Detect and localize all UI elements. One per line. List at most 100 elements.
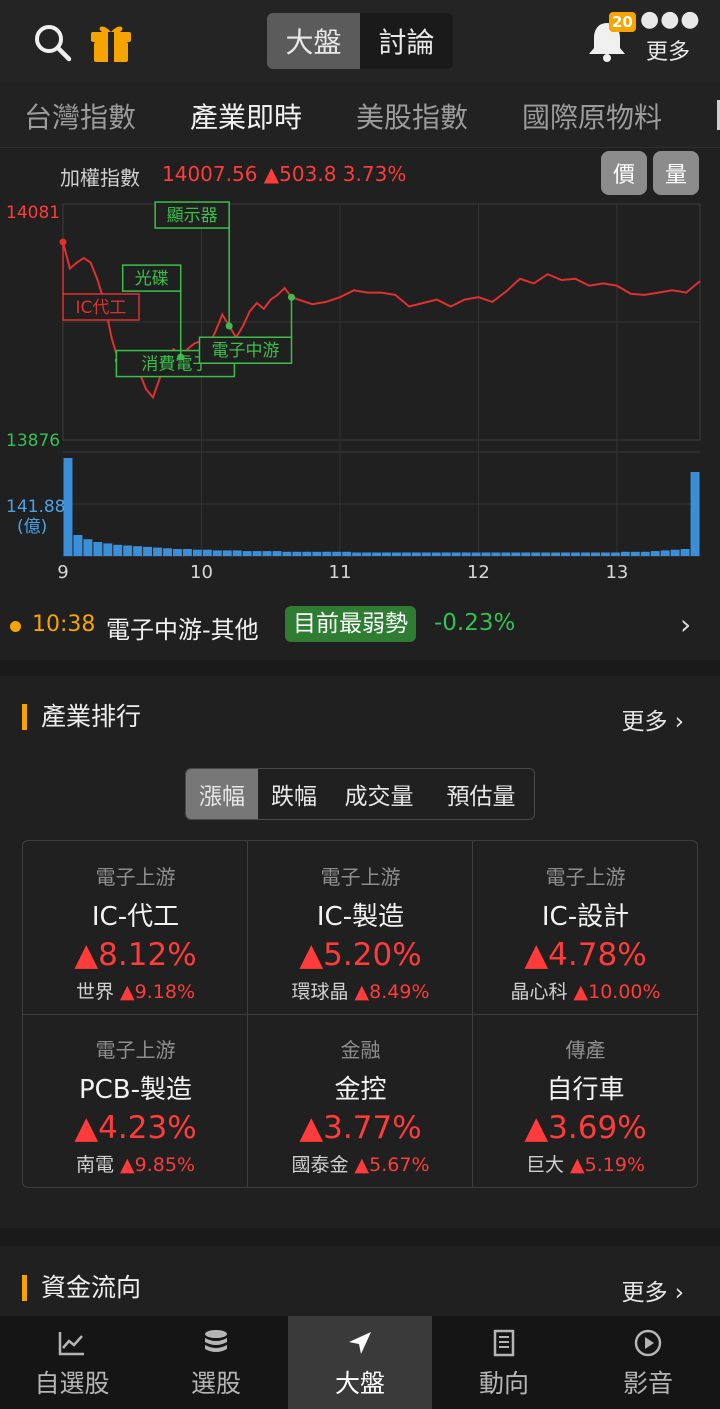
nav-market[interactable]: 大盤 [288,1316,432,1409]
tab-commodities[interactable]: 國際原物料 [522,96,662,136]
annotation-label: IC代工 [76,298,127,318]
navigation-arrow-icon [349,1332,371,1354]
annotation-dot [59,238,67,246]
card-change: ▲5.20% [299,937,422,973]
volume-bar [83,539,93,556]
ranking-filter: 漲幅 跌幅 成交量 預估量 [185,768,535,820]
volume-bar [650,551,660,556]
ranking-card[interactable]: 電子上游 IC-製造 ▲5.20% 環球晶 ▲8.49% [248,841,473,1014]
volume-max-label: 141.88 [6,497,65,517]
ticker-status-badge: 目前最弱勢 [285,606,416,642]
x-axis-tick-label: 12 [467,562,490,583]
volume-bar [461,552,471,556]
annotation-label: 光碟 [135,269,169,289]
leader-change: ▲10.00% [573,981,661,1003]
segment-discussion[interactable]: 討論 [360,13,453,69]
nav-screener[interactable]: 選股 [144,1316,288,1409]
more-dots-icon: ●●● [640,7,701,32]
volume-bar [332,551,342,556]
volume-bar [292,551,302,556]
ranking-card[interactable]: 金融 金控 ▲3.77% 國泰金 ▲5.67% [248,1014,473,1187]
weakest-sector-ticker[interactable]: 10:38 電子中游-其他 目前最弱勢 -0.23% › [0,600,720,652]
bottom-nav: 自選股 選股 大盤 動向 影音 [0,1316,720,1409]
filter-estimated-volume[interactable]: 預估量 [428,769,534,819]
nav-watchlist[interactable]: 自選股 [0,1316,144,1409]
volume-bar [581,552,591,556]
leader-change: ▲5.19% [570,1154,646,1176]
segment-market[interactable]: 大盤 [267,13,360,69]
card-change: ▲3.69% [524,1110,647,1146]
nav-trends[interactable]: 動向 [432,1316,576,1409]
more-menu-button[interactable]: ●●● 更多 [640,7,701,66]
ranking-title: 產業排行 [22,704,141,730]
volume-bar [690,472,700,556]
volume-bar [640,551,650,556]
card-group: 電子上游 [95,1038,176,1062]
y-axis-low-label: 13876 [6,431,60,451]
leader-name: 國泰金 [291,1154,349,1176]
volume-bar [123,545,133,556]
section-divider [0,1228,720,1246]
volume-bar [521,552,531,556]
nav-video[interactable]: 影音 [576,1316,720,1409]
card-industry: IC-代工 [91,902,180,932]
volume-bar [212,550,222,556]
ranking-grid: 電子上游 IC-代工 ▲8.12% 世界 ▲9.18% 電子上游 IC-製造 ▲… [22,840,698,1188]
nav-label: 大盤 [334,1369,385,1398]
index-name: 加權指數 [60,166,140,190]
filter-loss[interactable]: 跌幅 [258,769,330,819]
volume-bar [421,552,431,556]
price-toggle-button[interactable]: 價 [601,151,647,195]
volume-unit-label: (億) [17,517,47,537]
nav-label: 動向 [478,1369,529,1398]
volume-bar [670,549,680,556]
ticker-time: 10:38 [32,612,96,637]
ranking-more-link[interactable]: 更多 › [621,702,684,736]
tab-industry-realtime[interactable]: 產業即時 [190,96,302,136]
volume-bar [182,549,192,556]
card-industry: IC-製造 [316,902,405,932]
ranking-card[interactable]: 電子上游 PCB-製造 ▲4.23% 南電 ▲9.85% [23,1014,248,1187]
tab-us-index[interactable]: 美股指數 [356,96,468,136]
volume-bar [262,551,272,556]
volume-bar [571,552,581,556]
volume-toggle-button[interactable]: 量 [653,151,699,195]
filter-gain[interactable]: 漲幅 [186,769,258,819]
volume-bar [620,551,630,556]
annotation-label: 電子中游 [211,341,279,361]
ranking-card[interactable]: 電子上游 IC-代工 ▲8.12% 世界 ▲9.18% [23,841,248,1014]
x-axis-tick-label: 11 [329,562,352,583]
ranking-card[interactable]: 電子上游 IC-設計 ▲4.78% 晶心科 ▲10.00% [473,841,698,1014]
ranking-card[interactable]: 傳產 自行車 ▲3.69% 巨大 ▲5.19% [473,1014,698,1187]
intraday-chart[interactable]: IC代工消費電子光碟顯示器電子中游 1408113876141.88(億)9 10… [0,196,720,586]
annotation-label: 顯示器 [167,206,218,226]
chevron-right-icon[interactable]: › [680,608,691,641]
ticker-change: -0.23% [434,610,516,636]
volume-bar [531,552,541,556]
volume-bar [591,552,600,556]
annotation-dot [287,293,295,301]
capital-flow-more-link[interactable]: 更多 › [621,1273,684,1307]
ranking-more-label: 更多 [621,709,668,735]
filter-volume[interactable]: 成交量 [330,769,428,819]
notification-badge: 20 [609,12,636,32]
card-group: 金融 [340,1038,381,1062]
volume-bar [242,551,252,556]
volume-bar [600,552,610,556]
volume-bar [431,552,441,556]
search-icon[interactable] [32,22,72,62]
top-bar: 大盤 討論 20 ●●● 更多 [0,0,720,82]
leader-name: 巨大 [525,1154,564,1176]
volume-bar [411,552,421,556]
volume-bar [511,552,521,556]
volume-bar [202,549,212,556]
y-axis-high-label: 14081 [6,203,60,223]
volume-bar [680,549,690,556]
ticker-sector-name: 電子中游-其他 [106,616,259,644]
card-industry: 自行車 [546,1075,625,1105]
card-leader: 晶心科 ▲10.00% [473,977,698,1004]
volume-bar [541,552,551,556]
gift-icon[interactable] [88,20,134,64]
leader-name: 晶心科 [510,981,568,1003]
tab-taiwan-index[interactable]: 台灣指數 [24,96,136,136]
